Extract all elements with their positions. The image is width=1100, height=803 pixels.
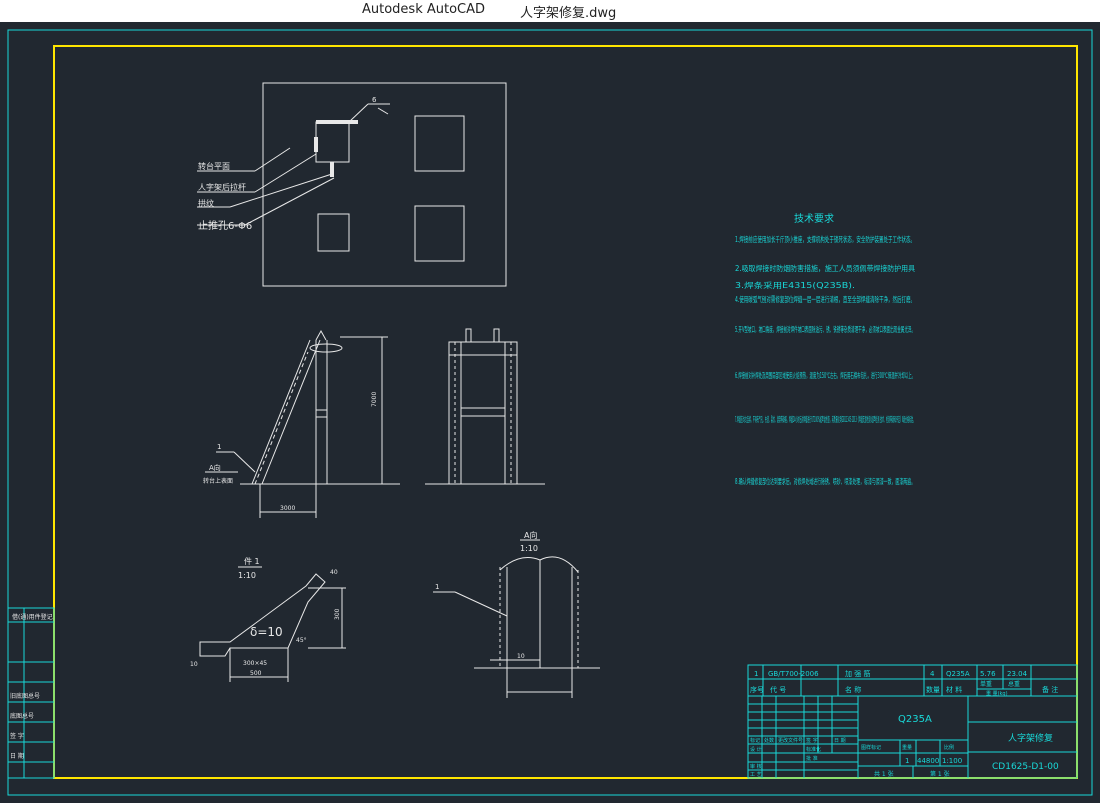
tech-item-8: 8.确认焊缝修复部位达到要求后，对修焊处域进行除锈、喷砂、喷漆处理，标漆与原漆一… — [735, 476, 915, 486]
tb-r1-7: 23.04 — [1007, 670, 1028, 678]
left-strip: 借(通)用件登记 旧底图总号 底图总号 签 字 日 期 — [7, 607, 55, 779]
detail1-scale: 1:10 — [238, 571, 256, 580]
file-name: 人字架修复.dwg — [520, 6, 617, 21]
tb-r2-8: 备 注 — [1042, 685, 1058, 694]
title-block: 1 GB/T700-2006 加 强 筋 4 Q235A 5.76 23.04 … — [747, 664, 1078, 779]
tb-r1-6: 5.76 — [980, 670, 996, 678]
strip-label-1: 借(通)用件登记 — [12, 613, 53, 621]
detailA-scale: 1:10 — [520, 544, 538, 553]
tb-material: Q235A — [898, 714, 932, 725]
tb-sign-9: 标准化 — [806, 746, 821, 753]
tb-r1-1: 1 — [754, 670, 758, 678]
tb-r2-2: 代 号 — [770, 685, 786, 694]
section-ref: A向 — [209, 463, 221, 472]
detailA-part: 1 — [435, 583, 439, 591]
plan-label-4: 止推孔6-Φ6 — [198, 219, 252, 232]
tech-item-5: 5.开V型坡口，坡口角度，焊接前对焊件坡口表面除油污、锈、铁锈等杂质清理干净，必… — [735, 324, 915, 334]
detail1-dim-500: 500 — [250, 670, 262, 677]
strip-label-5: 日 期 — [10, 752, 24, 760]
tech-title: 技术要求 — [794, 212, 834, 225]
width-dim: 3000 — [280, 505, 295, 512]
detail1-dim-300x45: 300×45 — [243, 660, 267, 667]
tb-r2-4: 数量 — [926, 685, 940, 694]
tb-sign-1: 标记 — [750, 737, 760, 744]
tb-scale-label-1: 图样标记 — [861, 744, 881, 751]
drawing-canvas[interactable]: 借(通)用件登记 旧底图总号 底图总号 签 字 日 期 6 转台平面 人字架后拉… — [0, 22, 1100, 803]
tb-r2-5: 材 料 — [946, 685, 962, 694]
detail-a: A向 1:10 1 10 — [433, 530, 600, 698]
tb-name: 人字架修复 — [1008, 732, 1053, 744]
detailA-title: A向 — [524, 530, 537, 540]
detail1-thickness: δ=10 — [250, 625, 283, 639]
app-name: Autodesk AutoCAD — [362, 2, 486, 17]
detailA-dim-10: 10 — [517, 653, 525, 660]
tb-sign-5: 日 期 — [834, 738, 846, 744]
tb-scale-value-3: 1:100 — [942, 757, 962, 765]
tb-weight-unit: 重 量(kg) — [986, 690, 1008, 697]
detail1-dim-300: 300 — [334, 608, 341, 620]
plan-label-3: 拱纹 — [198, 198, 214, 208]
tb-scale-label-3: 比例 — [944, 744, 954, 751]
tech-item-1: 1.焊接前应使用加长千斤顶小推座，支撑机构处于锁死状态，安全防护装置处于工作状态… — [735, 234, 915, 244]
strip-label-3: 底图总号 — [10, 712, 34, 720]
plan-label-1: 转台平面 — [198, 161, 230, 171]
tb-sign-8: 工 艺 — [750, 772, 762, 778]
tb-scale-value-2: 44800 — [917, 757, 939, 765]
front-view — [425, 328, 545, 485]
window-titlebar: Autodesk AutoCAD 人字架修复.dwg — [0, 0, 1100, 22]
tb-sheets-total: 共 1 张 — [874, 770, 894, 778]
tb-sign-10: 批 准 — [806, 755, 818, 762]
tech-requirements: 技术要求 1.焊接前应使用加长千斤顶小推座，支撑机构处于锁死状态，安全防护装置处… — [735, 212, 915, 486]
detail1-dim-40: 40 — [330, 569, 338, 576]
outer-frame — [7, 29, 1093, 796]
tb-scale-value-1: 1 — [905, 757, 909, 765]
tech-item-6: 6.焊接前对补焊处及周围局部区域使用火焰预热，温度为150℃左右，焊后用石棉布包… — [735, 370, 915, 380]
weld-symbol: 6 — [372, 96, 377, 104]
tb-r2-1: 序号 — [750, 685, 764, 694]
tb-sign-3: 更改文件号 — [778, 737, 803, 744]
tb-sign-7: 审 核 — [750, 763, 762, 770]
tb-r1-4: 4 — [930, 670, 935, 678]
plan-view: 6 转台平面 人字架后拉杆 拱纹 止推孔6-Φ6 — [197, 82, 507, 287]
tb-sheet-current: 第 1 张 — [930, 770, 950, 778]
detail1-dim-10: 10 — [190, 661, 198, 668]
tb-r2-6: 单重 — [980, 680, 992, 688]
cad-drawing: 借(通)用件登记 旧底图总号 底图总号 签 字 日 期 6 转台平面 人字架后拉… — [7, 29, 1093, 796]
detail1-title: 件 1 — [244, 556, 260, 566]
detail-part-1: 件 1 1:10 500 300 δ=10 300×45 45° 40 10 — [190, 556, 346, 682]
part-label-1: 1 — [217, 443, 221, 451]
tb-r1-3: 加 强 筋 — [845, 669, 870, 678]
tech-item-7: 7.焊缝应均匀连续，不得有气孔、夹渣、裂纹、烧穿等缺陷，焊缝24小时后对焊缝进行… — [735, 414, 915, 424]
elevation-view: 7000 3000 1 A向 转台上表面 — [203, 329, 400, 518]
tb-sign-6: 设 计 — [750, 746, 762, 753]
tb-code: CD1625-D1-00 — [992, 762, 1059, 772]
elevation-note: 转台上表面 — [203, 477, 233, 485]
tb-sign-2: 处数 — [764, 737, 774, 744]
detail1-dim-45: 45° — [296, 637, 307, 644]
tech-item-2: 2.吸取焊接时防烟防害措施，施工人员须佩带焊接防护用具 — [735, 263, 915, 273]
strip-label-4: 签 字 — [10, 732, 24, 740]
tb-r2-3: 名 称 — [845, 685, 861, 694]
height-dim: 7000 — [371, 392, 378, 407]
strip-label-2: 旧底图总号 — [10, 692, 40, 700]
tb-r2-7: 总重 — [1008, 680, 1020, 688]
tb-scale-label-2: 重量 — [902, 744, 912, 751]
tech-item-4: 4.使用碳弧气刨对需修复部位焊缝一层一层进行清根，直至全部焊缝清除干净，然后打磨… — [735, 294, 915, 304]
tb-sign-4: 签 字 — [806, 737, 818, 744]
plan-label-2: 人字架后拉杆 — [198, 182, 246, 192]
tech-item-3: 3.焊条采用E4315(Q235B). — [735, 280, 855, 290]
tb-r1-2: GB/T700-2006 — [768, 670, 819, 678]
tb-r1-5: Q235A — [946, 670, 970, 678]
